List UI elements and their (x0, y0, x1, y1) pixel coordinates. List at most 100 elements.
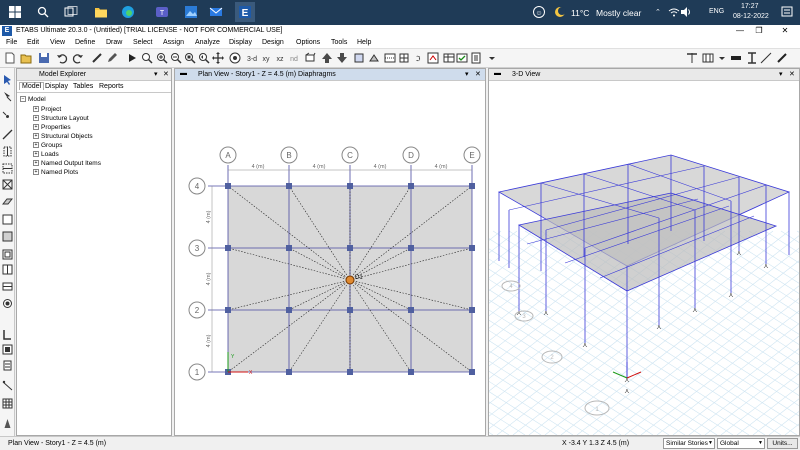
zoom-previous-icon[interactable] (198, 52, 210, 64)
language-indicator[interactable]: ENG (709, 8, 724, 15)
photos-icon[interactable] (182, 3, 200, 21)
plan-view-canvas[interactable]: D1 A B C D E 4 3 2 1 4 (m) 4 (m) 4 (m) 4… (175, 81, 485, 435)
show-hidden-icons-icon[interactable]: ⌃ (655, 8, 661, 16)
pointer-select-icon[interactable] (2, 74, 13, 85)
tab-reports[interactable]: Reports (99, 83, 124, 90)
redo-icon[interactable] (72, 52, 84, 64)
pin-view-icon[interactable]: ▬ (494, 70, 501, 77)
notifications-icon[interactable] (778, 3, 796, 21)
zoom-in-icon[interactable] (156, 52, 168, 64)
menu-design[interactable]: Design (262, 39, 284, 46)
rotate-3d-view-icon[interactable]: nd (288, 52, 300, 64)
show-forces-icon[interactable] (427, 52, 439, 64)
draw-links-icon[interactable] (2, 281, 13, 292)
weather-condition[interactable]: Mostly clear (596, 8, 641, 18)
tab-model[interactable]: Model (19, 82, 45, 90)
expand-icon[interactable]: + (33, 133, 39, 140)
menu-edit[interactable]: Edit (27, 39, 39, 46)
menu-define[interactable]: Define (75, 39, 95, 46)
view-menu-icon[interactable]: ▾ (465, 70, 469, 78)
draw-brace-icon[interactable] (760, 52, 772, 64)
pin-panel-icon[interactable]: ▾ (154, 70, 158, 78)
tab-display[interactable]: Display (45, 83, 68, 90)
menu-display[interactable]: Display (229, 39, 252, 46)
expand-icon[interactable]: + (33, 160, 39, 167)
expand-icon[interactable]: + (33, 151, 39, 158)
tree-root-model[interactable]: − Model (20, 96, 46, 103)
expand-icon[interactable]: + (33, 124, 39, 131)
file-explorer-icon[interactable] (92, 3, 110, 21)
undo-icon[interactable] (56, 52, 68, 64)
menu-assign[interactable]: Assign (163, 39, 184, 46)
tree-item-project[interactable]: + Project (33, 106, 61, 113)
snap-options-icon[interactable] (776, 52, 788, 64)
3d-view-icon[interactable]: 3-d (246, 52, 258, 64)
extrude-icon[interactable] (368, 52, 380, 64)
tree-item-structure-layout[interactable]: + Structure Layout (33, 115, 89, 122)
tree-item-loads[interactable]: + Loads (33, 151, 59, 158)
zoom-window-icon[interactable] (141, 52, 153, 64)
expand-icon[interactable]: + (33, 169, 39, 176)
search-icon[interactable] (34, 3, 52, 21)
design-check-icon[interactable] (456, 52, 468, 64)
network-icon[interactable]: ☺ (530, 3, 548, 21)
move-down-list-icon[interactable] (336, 52, 348, 64)
report-icon[interactable] (470, 52, 482, 64)
draw-reference-point-icon[interactable] (2, 344, 13, 355)
view-menu-icon[interactable]: ▾ (779, 70, 783, 78)
menu-tools[interactable]: Tools (331, 39, 347, 46)
close-view-icon[interactable]: ✕ (789, 70, 795, 78)
draw-floor-icon[interactable] (2, 197, 13, 208)
plan-view-icon[interactable]: xy (260, 52, 272, 64)
open-icon[interactable] (20, 52, 32, 64)
lock-model-icon[interactable] (91, 52, 103, 64)
draw-openings-icon[interactable] (2, 249, 13, 260)
etabs-taskbar-icon[interactable]: E (235, 2, 255, 22)
draw-joint-icon[interactable] (2, 111, 13, 122)
zoom-out-icon[interactable] (170, 52, 182, 64)
draw-dimension-icon[interactable] (2, 329, 13, 340)
3d-view-canvas[interactable]: ⋏ ⋏⋏ ⋏⋏⋏ ⋏⋏⋏ ⋏ 4 3 2 1 (489, 81, 799, 435)
diaphragm-center-icon[interactable] (345, 275, 355, 285)
coordinate-system-select[interactable]: Global ▼ (717, 438, 765, 449)
menu-draw[interactable]: Draw (106, 39, 122, 46)
menu-view[interactable]: View (50, 39, 65, 46)
edge-browser-icon[interactable] (119, 3, 137, 21)
draw-area-icon[interactable] (702, 52, 714, 64)
perspective-toggle-icon[interactable] (304, 52, 316, 64)
elevation-view-icon[interactable]: xz (274, 52, 286, 64)
tree-item-properties[interactable]: + Properties (33, 124, 71, 131)
draw-wall-icon[interactable] (716, 52, 728, 64)
draw-tower-icon[interactable] (2, 418, 13, 429)
tab-tables[interactable]: Tables (73, 83, 93, 90)
menu-help[interactable]: Help (357, 39, 371, 46)
draw-tendons-icon[interactable] (2, 298, 13, 309)
draw-grid-icon[interactable] (2, 398, 13, 409)
show-deformed-icon[interactable]: ℑ (412, 52, 424, 64)
units-button[interactable]: Units... (767, 438, 798, 449)
draw-rectangular-floor-icon[interactable] (2, 214, 13, 225)
expand-icon[interactable]: + (33, 142, 39, 149)
pan-icon[interactable] (212, 52, 224, 64)
tree-item-named-plots[interactable]: + Named Plots (33, 169, 78, 176)
stories-select[interactable]: Similar Stories ▼ (663, 438, 715, 449)
tree-item-named-output-items[interactable]: + Named Output Items (33, 160, 101, 167)
windows-start-icon[interactable] (6, 3, 24, 21)
clock-time[interactable]: 17:27 (741, 3, 759, 10)
section-cut-icon[interactable] (384, 52, 396, 64)
close-view-icon[interactable]: ✕ (475, 70, 481, 78)
menu-select[interactable]: Select (133, 39, 152, 46)
move-up-list-icon[interactable] (321, 52, 333, 64)
menu-analyze[interactable]: Analyze (195, 39, 220, 46)
draw-column-icon[interactable] (746, 52, 758, 64)
restore-button[interactable]: ❐ (752, 25, 766, 37)
object-shrink-icon[interactable] (353, 52, 365, 64)
teams-icon[interactable]: T (153, 3, 171, 21)
expand-icon[interactable]: + (33, 106, 39, 113)
set-display-options-icon[interactable] (229, 52, 241, 64)
draw-braces-icon[interactable] (2, 179, 13, 190)
draw-wall-stack-icon[interactable] (2, 231, 13, 242)
weather-moon-icon[interactable] (551, 3, 569, 21)
display-tables-icon[interactable] (443, 52, 455, 64)
draw-columns-icon[interactable] (2, 146, 13, 157)
